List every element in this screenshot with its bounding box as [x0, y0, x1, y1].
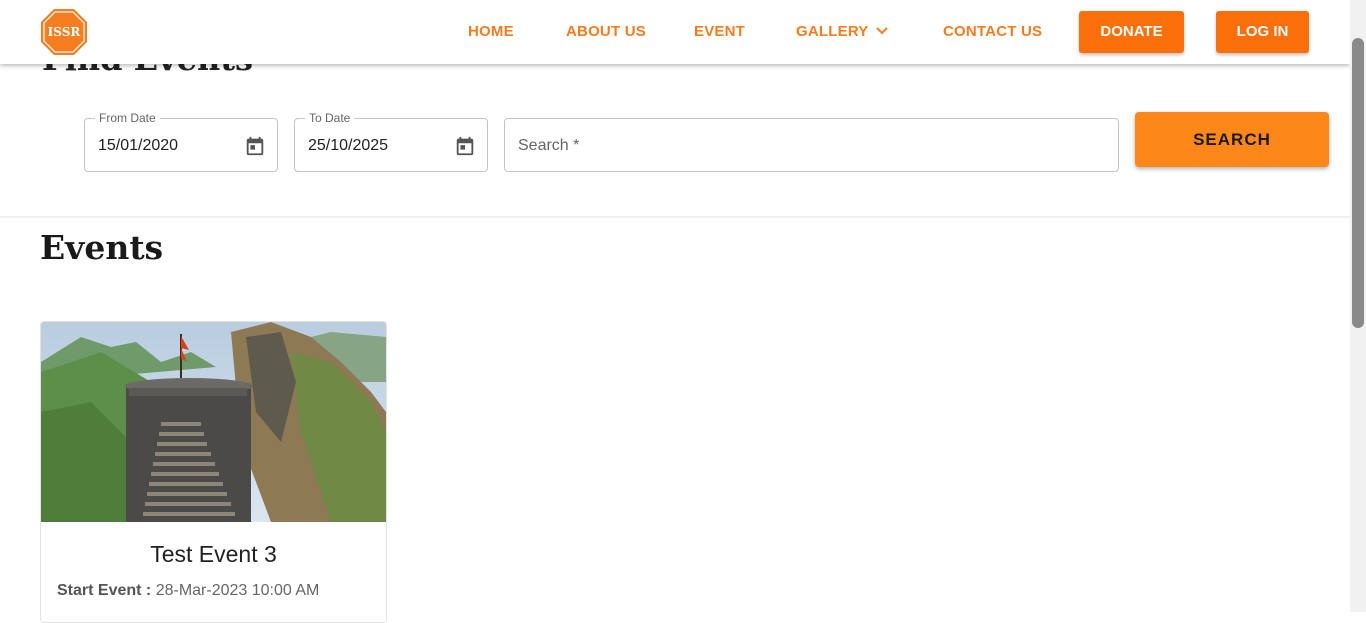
svg-text:ISSR: ISSR: [48, 25, 82, 39]
issr-logo[interactable]: ISSR: [39, 7, 89, 57]
event-start-label: Start Event :: [57, 582, 152, 599]
search-placeholder: Search *: [518, 137, 580, 154]
chevron-down-icon[interactable]: [875, 24, 889, 38]
calendar-icon[interactable]: [244, 135, 266, 157]
event-start-value: 28-Mar-2023 10:00 AM: [155, 582, 320, 599]
top-nav-bar: ISSR HOME ABOUT US EVENT GALLERY CONTACT…: [0, 0, 1350, 64]
scrollbar-thumb[interactable]: [1352, 38, 1364, 328]
event-image[interactable]: [41, 322, 386, 522]
donate-button[interactable]: DONATE: [1079, 11, 1184, 53]
nav-contact-us[interactable]: CONTACT US: [943, 22, 1042, 42]
section-divider: [0, 216, 1350, 218]
event-card[interactable]: Test Event 3 Start Event : 28-Mar-2023 1…: [40, 321, 387, 623]
event-start: Start Event : 28-Mar-2023 10:00 AM: [57, 581, 319, 601]
event-title[interactable]: Test Event 3: [41, 540, 386, 568]
to-date-field[interactable]: To Date 25/10/2025: [294, 111, 488, 172]
events-heading: Events: [40, 228, 164, 267]
nav-about-us[interactable]: ABOUT US: [566, 22, 646, 42]
to-date-label: To Date: [305, 111, 355, 125]
search-button[interactable]: SEARCH: [1135, 112, 1329, 167]
from-date-field[interactable]: From Date 15/01/2020: [84, 111, 278, 172]
nav-gallery[interactable]: GALLERY: [796, 22, 869, 42]
calendar-icon[interactable]: [454, 135, 476, 157]
from-date-label: From Date: [95, 111, 160, 125]
nav-event[interactable]: EVENT: [694, 22, 745, 42]
from-date-value[interactable]: 15/01/2020: [98, 136, 178, 156]
nav-home[interactable]: HOME: [468, 22, 514, 42]
login-button[interactable]: LOG IN: [1216, 11, 1309, 53]
search-input[interactable]: Search *: [504, 118, 1119, 172]
scrollbar[interactable]: [1350, 0, 1366, 612]
to-date-value[interactable]: 25/10/2025: [308, 136, 388, 156]
